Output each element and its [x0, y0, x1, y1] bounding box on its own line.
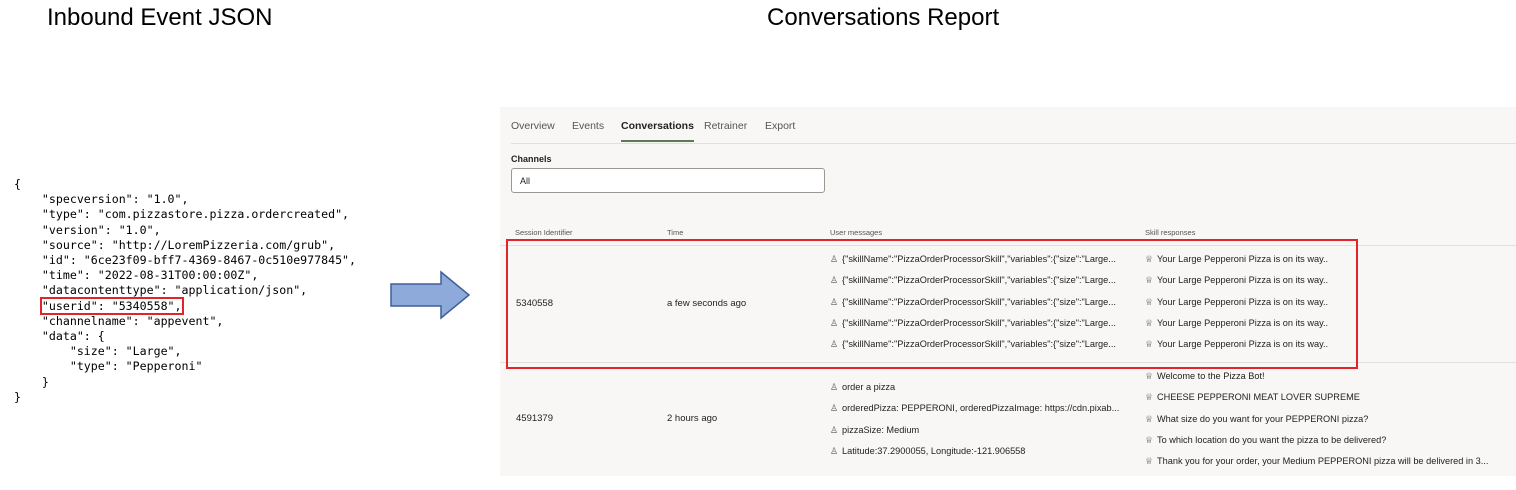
tab-events[interactable]: Events: [572, 120, 604, 132]
user-message: ♙ Latitude:37.2900055, Longitude:-121.906…: [830, 446, 1025, 457]
bot-icon: ♕: [1145, 371, 1154, 381]
message-text: What size do you want for your PEPPERONI…: [1157, 413, 1369, 424]
skill-response: ♕ What size do you want for your PEPPERON…: [1145, 414, 1368, 425]
left-title: Inbound Event JSON: [47, 4, 273, 31]
channels-label: Channels: [511, 154, 552, 164]
session-time: 2 hours ago: [667, 413, 718, 424]
bot-icon: ♕: [1145, 413, 1154, 424]
message-text: CHEESE PEPPERONI MEAT LOVER SUPREME: [1157, 392, 1360, 403]
json-line: "id": "6ce23f09-bff7-4369-8467-0c510e977…: [14, 253, 357, 268]
column-header-skill-responses[interactable]: Skill responses: [1145, 228, 1195, 237]
column-header-session[interactable]: Session Identifier: [515, 228, 573, 237]
tab-retrainer[interactable]: Retrainer: [704, 120, 747, 132]
user-icon: ♙: [830, 424, 839, 435]
tab-conversations[interactable]: Conversations: [621, 120, 694, 142]
session-id: 4591379: [516, 413, 553, 424]
json-line: {: [14, 177, 21, 191]
message-text: orderedPizza: PEPPERONI, orderedPizzaIma…: [842, 403, 1120, 414]
highlight-box: [506, 239, 1358, 369]
json-line: }: [14, 389, 21, 404]
json-line: "userid": "5340558",: [14, 296, 360, 315]
tab-overview[interactable]: Overview: [511, 120, 555, 132]
skill-response: ♕ Thank you for your order, your Medium P…: [1145, 456, 1488, 467]
skill-response: ♕ Welcome to the Pizza Bot!: [1145, 371, 1265, 382]
json-line: "data": {: [14, 329, 105, 344]
user-icon: ♙: [830, 382, 839, 392]
column-header-user-messages[interactable]: User messages: [830, 228, 882, 237]
json-line: "type": "Pepperoni": [14, 359, 203, 374]
json-line: "time": "2022-08-31T00:00:00Z",: [14, 268, 259, 283]
message-text: pizzaSize: Medium: [842, 424, 920, 435]
bot-icon: ♕: [1145, 456, 1154, 467]
json-line: "datacontenttype": "application/json",: [14, 283, 308, 298]
user-message: ♙ pizzaSize: Medium: [830, 425, 919, 436]
bot-icon: ♕: [1145, 434, 1154, 445]
column-header-time[interactable]: Time: [667, 228, 683, 237]
json-line: "channelname": "appevent",: [14, 313, 224, 328]
tab-bar: Overview Events Conversations Retrainer Expo…: [511, 107, 1516, 144]
user-icon: ♙: [830, 403, 839, 414]
skill-response: ♕ CHEESE PEPPERONI MEAT LOVER SUPREME: [1145, 392, 1360, 403]
skill-response: ♕ To which location do you want the pizza…: [1145, 435, 1386, 446]
channels-select[interactable]: All: [511, 168, 825, 193]
message-text: Latitude:37.2900055, Longitude:-121.9065…: [842, 445, 1026, 456]
message-text: Welcome to the Pizza Bot!: [1157, 371, 1265, 381]
user-message: ♙ orderedPizza: PEPPERONI, orderedPizzaIm…: [830, 403, 1119, 414]
userid-highlight: "userid": "5340558",: [39, 296, 184, 315]
message-text: To which location do you want the pizza …: [1157, 434, 1387, 445]
right-title: Conversations Report: [767, 4, 1000, 31]
tab-export[interactable]: Export: [765, 120, 795, 132]
message-text: order a pizza: [842, 382, 896, 392]
json-line: "type": "com.pizzastore.pizza.ordercreat…: [14, 207, 350, 222]
user-icon: ♙: [830, 445, 839, 456]
json-line: "version": "1.0",: [14, 222, 161, 237]
user-message: ♙ order a pizza: [830, 382, 895, 393]
json-code-block: { "specversion": "1.0", "type": "com.piz…: [12, 175, 360, 406]
json-line: }: [14, 374, 49, 389]
message-text: Thank you for your order, your Medium PE…: [1157, 456, 1489, 467]
json-line: "source": "http://LoremPizzeria.com/grub…: [14, 237, 336, 252]
right-arrow-icon: [390, 270, 471, 320]
json-line: "specversion": "1.0",: [14, 192, 189, 207]
bot-icon: ♕: [1145, 392, 1154, 403]
json-line: "size": "Large",: [14, 344, 182, 359]
